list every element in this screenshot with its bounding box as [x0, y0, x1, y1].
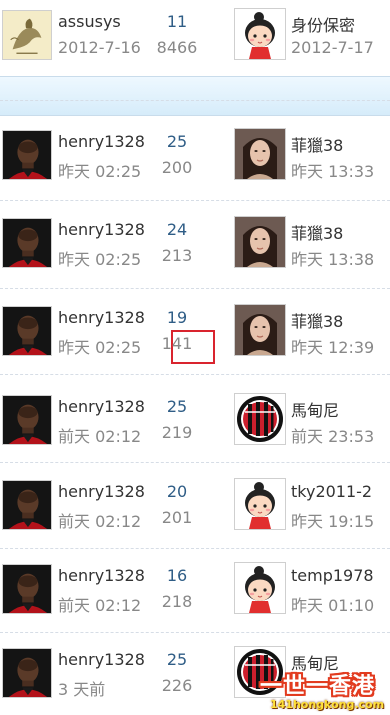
author-name-link[interactable]: henry1328	[58, 132, 145, 151]
last-poster-link[interactable]: 菲獵38	[291, 220, 343, 244]
view-count: 141	[161, 334, 193, 353]
post-date: 昨天 02:25	[58, 250, 142, 269]
thread-row[interactable]: henry1328 前天 02:12 16 218 temp1978 昨天 01:10	[0, 562, 390, 618]
man-photo-avatar-icon[interactable]	[2, 648, 52, 698]
author-name-link[interactable]: henry1328	[58, 566, 145, 585]
last-reply-time[interactable]: 2012-7-17	[291, 38, 374, 57]
woman-photo-avatar-icon[interactable]	[234, 216, 286, 268]
author-name-link[interactable]: henry1328	[58, 397, 145, 416]
man-photo-avatar-icon[interactable]	[2, 306, 52, 356]
post-date: 前天 02:12	[58, 512, 142, 531]
view-count: 8466	[156, 38, 198, 57]
view-count: 201	[161, 508, 193, 527]
thread-row[interactable]: henry1328 前天 02:12 25 219 馬甸尼 前天 23:53	[0, 393, 390, 449]
thread-row[interactable]: henry1328 昨天 02:25 24 213 菲獵38 昨天 13:38	[0, 216, 390, 272]
last-poster-link[interactable]: temp1978	[291, 566, 374, 585]
woman-photo-avatar-icon[interactable]	[234, 128, 286, 180]
row-divider	[0, 374, 390, 375]
last-poster-link[interactable]: 菲獵38	[291, 132, 343, 156]
thread-row[interactable]: assusys 2012-7-16 11 8466 身份保密 2012-7-17	[0, 8, 390, 64]
ac-milan-badge-icon[interactable]	[234, 393, 286, 445]
row-divider	[0, 462, 390, 463]
man-photo-avatar-icon[interactable]	[2, 130, 52, 180]
last-reply-time[interactable]: 昨天 13:38	[291, 246, 374, 270]
site-watermark: 一世一香港 141hongkong.com	[258, 668, 390, 715]
reply-count[interactable]: 25	[150, 132, 204, 151]
author-name-link[interactable]: henry1328	[58, 220, 145, 239]
woman-photo-avatar-icon[interactable]	[234, 304, 286, 356]
last-poster-link[interactable]: tky2011-2	[291, 482, 372, 501]
cartoon-girl-avatar-icon[interactable]	[234, 562, 286, 614]
watermark-title: 一世一香港	[260, 674, 376, 699]
man-photo-avatar-icon[interactable]	[2, 218, 52, 268]
post-date: 昨天 02:25	[58, 162, 142, 181]
thread-row[interactable]: henry1328 前天 02:12 20 201 tky2011-2 昨天 19:15	[0, 478, 390, 534]
reply-count[interactable]: 24	[150, 220, 204, 239]
post-date: 昨天 02:25	[58, 338, 142, 357]
sketch-avatar-icon[interactable]	[2, 10, 52, 60]
row-divider	[0, 200, 390, 201]
author-name-link[interactable]: henry1328	[58, 482, 145, 501]
cartoon-girl-avatar-icon[interactable]	[234, 478, 286, 530]
man-photo-avatar-icon[interactable]	[2, 564, 52, 614]
last-reply-time[interactable]: 昨天 01:10	[291, 592, 374, 616]
row-divider	[0, 288, 390, 289]
row-divider	[0, 548, 390, 549]
cartoon-girl-avatar-icon[interactable]	[234, 8, 286, 60]
thread-row[interactable]: henry1328 昨天 02:25 19 141 菲獵38 昨天 12:39	[0, 304, 390, 360]
view-count: 226	[161, 676, 193, 695]
reply-count[interactable]: 16	[150, 566, 204, 585]
thread-row[interactable]: henry1328 昨天 02:25 25 200 菲獵38 昨天 13:33	[0, 128, 390, 184]
reply-count[interactable]: 19	[150, 308, 204, 327]
man-photo-avatar-icon[interactable]	[2, 480, 52, 530]
category-header-bar	[0, 76, 390, 116]
reply-count[interactable]: 20	[150, 482, 204, 501]
last-reply-time[interactable]: 昨天 12:39	[291, 334, 374, 358]
watermark-url: 141hongkong.com	[270, 698, 385, 711]
last-poster-link[interactable]: 菲獵38	[291, 308, 343, 332]
author-name-link[interactable]: henry1328	[58, 308, 145, 327]
post-date: 3 天前	[58, 680, 106, 699]
last-reply-time[interactable]: 昨天 19:15	[291, 508, 374, 532]
last-reply-time[interactable]: 前天 23:53	[291, 423, 374, 447]
thread-list: assusys 2012-7-16 11 8466 身份保密 2012-7-17 henry…	[0, 0, 390, 715]
author-name-link[interactable]: henry1328	[58, 650, 145, 669]
last-poster-link[interactable]: 馬甸尼	[291, 397, 339, 421]
post-date: 前天 02:12	[58, 427, 142, 446]
post-date: 2012-7-16	[58, 38, 141, 57]
man-photo-avatar-icon[interactable]	[2, 395, 52, 445]
last-reply-time[interactable]: 昨天 13:33	[291, 158, 374, 182]
row-divider	[0, 632, 390, 633]
view-count: 218	[161, 592, 193, 611]
row-divider	[0, 100, 390, 101]
post-date: 前天 02:12	[58, 596, 142, 615]
reply-count[interactable]: 25	[150, 650, 204, 669]
view-count: 213	[161, 246, 193, 265]
last-poster-link[interactable]: 身份保密	[291, 12, 355, 36]
view-count: 200	[161, 158, 193, 177]
author-name-link[interactable]: assusys	[58, 12, 121, 31]
view-count: 219	[161, 423, 193, 442]
reply-count[interactable]: 11	[150, 12, 204, 31]
reply-count[interactable]: 25	[150, 397, 204, 416]
